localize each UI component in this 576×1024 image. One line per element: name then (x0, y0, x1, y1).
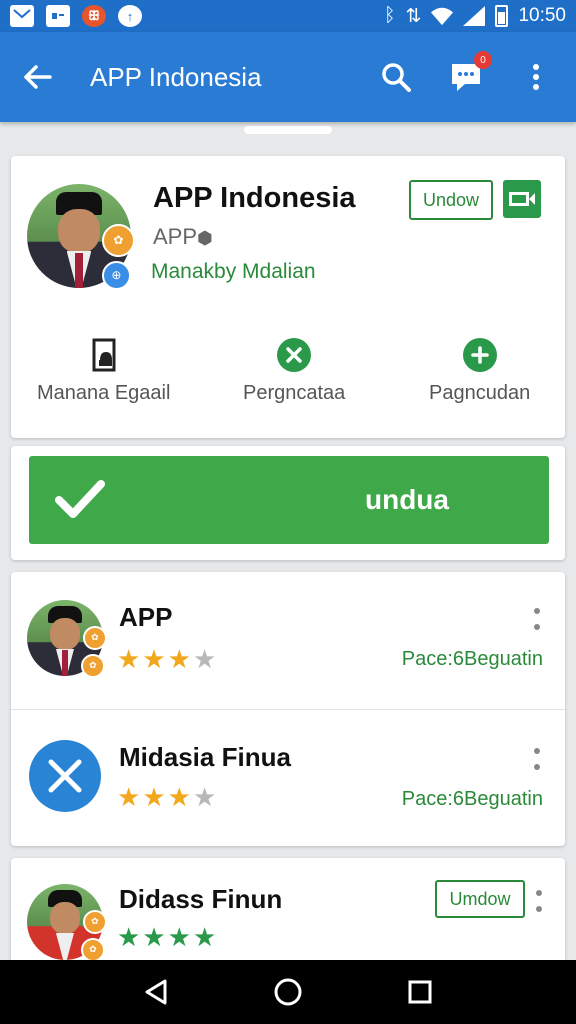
document-icon (92, 338, 116, 372)
list-item[interactable]: ✿ ✿ Didass Finun ★ ★ ★ ★ Umdow (11, 858, 565, 962)
action-pergncataa[interactable]: Pergncataa (243, 338, 345, 405)
video-icon[interactable] (503, 180, 541, 218)
award-icon: ✿ (101, 223, 135, 257)
more-vert-icon[interactable] (535, 890, 543, 912)
back-triangle-icon[interactable] (136, 972, 176, 1012)
sync-icon: ⇅ (405, 5, 422, 27)
star-icon: ★ (167, 644, 191, 674)
list-item-meta: Pace:6Beguatin (401, 648, 543, 670)
recents-square-icon[interactable] (400, 972, 440, 1012)
upload-icon: ↑ (118, 5, 142, 27)
award-icon: ✿ (82, 909, 107, 935)
avatar: ✿ ✿ (27, 600, 107, 678)
drag-handle[interactable] (244, 126, 332, 134)
action-manana-egaail[interactable]: Manana Egaail (37, 338, 170, 405)
primary-action-button[interactable]: undua (29, 456, 549, 544)
more-vert-icon[interactable] (533, 608, 541, 630)
status-bar: ꕥ ↑ ᛒ ⇅ 10:50 (0, 0, 576, 32)
chat-icon[interactable]: 0 (448, 51, 492, 95)
add-circle-icon (462, 338, 497, 372)
primary-action-label: undua (365, 484, 449, 515)
verified-icon: ⬢ (197, 228, 213, 248)
star-icon: ★ (117, 644, 141, 674)
action-pagncudan[interactable]: Pagncudan (429, 338, 530, 405)
close-icon-avatar (29, 740, 101, 812)
profile-meta: Manakby Mdalian (151, 260, 316, 283)
home-circle-icon[interactable] (268, 972, 308, 1012)
badge-icon: ✿ (80, 937, 105, 962)
star-icon: ★ (142, 644, 166, 674)
download-button[interactable]: Umdow (435, 880, 525, 918)
star-icon: ★ (117, 922, 141, 952)
avatar: ✿ ⊕ (27, 184, 135, 290)
page-title: APP Indonesia (90, 61, 262, 92)
app-bar: APP Indonesia 0 (0, 32, 576, 122)
award-icon: ✿ (82, 625, 107, 651)
avatar: ✿ ✿ (27, 884, 107, 962)
profile-name: APP Indonesia (153, 182, 356, 214)
badge-icon: ✿ (80, 653, 105, 678)
check-icon (55, 480, 105, 518)
wifi-icon (431, 7, 454, 26)
star-rating: ★ ★ ★ ★ (117, 924, 216, 950)
list-item[interactable]: ✿ ✿ APP ★ ★ ★ ★ Pace:6Beguatin (11, 572, 565, 709)
globe-icon: ⊕ (101, 260, 131, 290)
contact-card-icon (46, 5, 70, 27)
bluetooth-icon: ᛒ (384, 5, 396, 26)
star-icon: ★ (142, 922, 166, 952)
list-item[interactable]: Midasia Finua ★ ★ ★ ★ Pace:6Beguatin (11, 710, 565, 846)
follow-button[interactable]: Undow (409, 180, 493, 220)
list-item-title: APP (119, 602, 173, 632)
star-icon: ★ (167, 782, 191, 812)
profile-subtitle: APP⬢ (153, 224, 213, 249)
list-item-title: Didass Finun (119, 884, 283, 914)
search-icon[interactable] (378, 59, 414, 95)
action-label: Pergncataa (243, 382, 346, 404)
star-icon: ★ (142, 782, 166, 812)
status-time: 10:50 (518, 5, 566, 26)
star-icon: ★ (192, 922, 217, 952)
more-vert-icon[interactable] (518, 59, 554, 95)
action-label: Pagncudan (429, 382, 531, 404)
star-icon: ★ (167, 922, 191, 952)
list-item-meta: Pace:6Beguatin (401, 788, 543, 810)
more-vert-icon[interactable] (533, 748, 541, 770)
notification-app-icon: ꕥ (82, 5, 106, 27)
battery-icon (495, 5, 509, 27)
list-item-title: Midasia Finua (119, 742, 291, 772)
app-list-card: ✿ ✿ APP ★ ★ ★ ★ Pace:6Beguatin Midasia F… (11, 572, 565, 846)
star-empty-icon: ★ (192, 782, 217, 812)
signal-icon (463, 6, 486, 26)
star-rating: ★ ★ ★ ★ (117, 784, 216, 810)
star-empty-icon: ★ (192, 644, 217, 674)
star-rating: ★ ★ ★ ★ (117, 646, 216, 672)
close-circle-icon (277, 338, 312, 372)
notification-badge: 0 (474, 51, 492, 69)
star-icon: ★ (117, 782, 141, 812)
profile-card: ✿ ⊕ APP Indonesia APP⬢ Manakby Mdalian U… (11, 156, 565, 438)
system-nav-bar (0, 960, 576, 1024)
action-label: Manana Egaail (37, 382, 171, 404)
mail-icon (10, 5, 34, 27)
back-arrow-icon[interactable] (22, 61, 54, 93)
primary-action-card: undua (11, 446, 565, 560)
